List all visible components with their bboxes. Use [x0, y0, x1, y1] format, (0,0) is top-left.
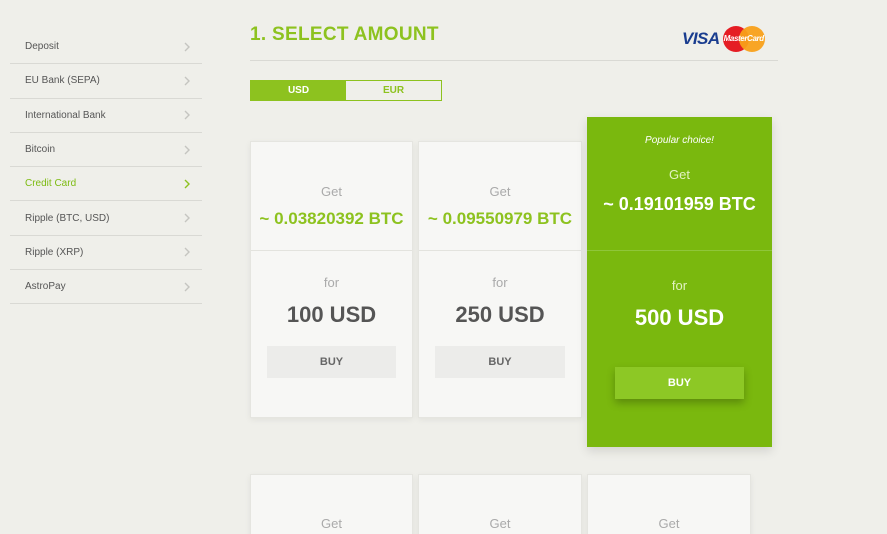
for-label: for	[671, 278, 688, 293]
sidebar-item-credit-card[interactable]: Credit Card	[10, 167, 202, 202]
btc-amount: ~ 0.19101959 BTC	[603, 194, 756, 214]
usd-amount: 500 USD	[634, 305, 725, 330]
title-divider	[250, 60, 778, 61]
card-logos: VISA MasterCard	[682, 26, 765, 52]
sidebar-item-label: Credit Card	[25, 178, 77, 190]
amount-card: Get ~ 0.09550979 BTC for 250 USD BUY	[418, 141, 582, 418]
currency-option-eur[interactable]: EUR	[346, 81, 441, 100]
get-label: Get	[489, 516, 511, 531]
visa-logo: VISA	[682, 29, 720, 48]
amount-card-featured: Popular choice! Get ~ 0.19101959 BTC for…	[587, 117, 772, 447]
get-label: Get	[321, 184, 342, 199]
amount-card: Get	[587, 474, 751, 534]
usd-amount: 250 USD	[455, 302, 545, 327]
sidebar-item-international-bank[interactable]: International Bank	[10, 99, 202, 133]
get-label: Get	[489, 184, 511, 199]
get-label: Get	[669, 167, 690, 182]
mastercard-logo: MasterCard	[722, 26, 765, 52]
currency-option-usd[interactable]: USD	[251, 81, 346, 100]
chevron-right-icon	[184, 42, 190, 52]
buy-button[interactable]: BUY	[267, 346, 396, 378]
amount-card: Get	[250, 474, 413, 534]
for-label: for	[323, 275, 340, 290]
payment-method-sidebar: Deposit EU Bank (SEPA) International Ban…	[10, 30, 202, 305]
sidebar-item-ripple-xrp[interactable]: Ripple (XRP)	[10, 236, 202, 271]
sidebar-item-label: Deposit	[25, 41, 59, 53]
sidebar-item-label: International Bank	[25, 109, 106, 121]
chevron-right-icon	[184, 282, 190, 292]
for-label: for	[492, 275, 508, 290]
chevron-right-icon	[184, 213, 190, 223]
buy-button[interactable]: BUY	[615, 367, 744, 399]
amount-card: Get	[418, 474, 582, 534]
sidebar-item-label: AstroPay	[25, 281, 66, 293]
sidebar-item-deposit[interactable]: Deposit	[10, 30, 202, 65]
sidebar-item-label: EU Bank (SEPA)	[25, 75, 100, 87]
sidebar-item-ripple-btc-usd[interactable]: Ripple (BTC, USD)	[10, 201, 202, 236]
usd-amount: 100 USD	[286, 302, 377, 327]
currency-toggle: USD EUR	[250, 80, 442, 101]
amount-card: Get ~ 0.03820392 BTC for 100 USD BUY	[250, 141, 413, 418]
chevron-right-icon	[184, 145, 190, 155]
chevron-right-icon	[184, 76, 190, 86]
btc-amount: ~ 0.09550979 BTC	[427, 209, 573, 228]
page-title: 1. SELECT AMOUNT	[250, 24, 439, 45]
sidebar-item-label: Bitcoin	[25, 144, 56, 156]
chevron-right-icon	[184, 247, 190, 257]
card-divider	[419, 250, 581, 251]
sidebar-item-bitcoin[interactable]: Bitcoin	[10, 133, 202, 168]
card-divider	[587, 250, 772, 251]
get-label: Get	[321, 516, 342, 531]
get-label: Get	[658, 516, 680, 531]
sidebar-item-eu-bank[interactable]: EU Bank (SEPA)	[10, 64, 202, 99]
buy-button[interactable]: BUY	[435, 346, 565, 378]
popular-choice-label: Popular choice!	[645, 135, 714, 146]
chevron-right-icon	[184, 179, 190, 189]
sidebar-item-label: Ripple (BTC, USD)	[25, 212, 110, 224]
chevron-right-icon	[184, 110, 190, 120]
sidebar-item-astropay[interactable]: AstroPay	[10, 270, 202, 305]
card-divider	[251, 250, 412, 251]
sidebar-item-label: Ripple (XRP)	[25, 246, 84, 258]
btc-amount: ~ 0.03820392 BTC	[259, 209, 404, 228]
